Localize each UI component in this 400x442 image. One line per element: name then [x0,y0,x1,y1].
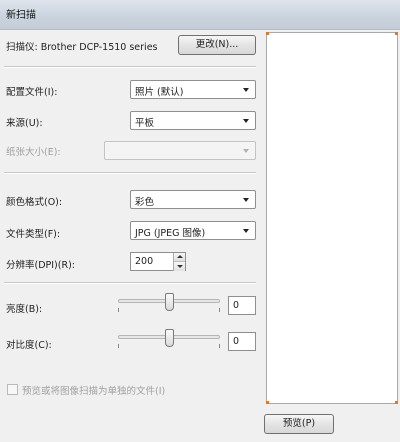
scanner-label: 扫描仪: Brother DCP-1510 series [6,42,158,53]
slider-tick [219,308,220,312]
contrast-slider[interactable] [118,328,220,352]
profile-value: 照片 (默认) [135,87,184,98]
separate-files-checkbox[interactable] [7,384,18,395]
preview-area [266,32,398,404]
source-label: 来源(U): [6,118,43,129]
preview-button[interactable]: 预览(P) [264,414,334,434]
contrast-value-field[interactable]: 0 [228,332,256,351]
separator [4,172,256,174]
color-format-value: 彩色 [135,197,155,208]
brightness-slider[interactable] [118,292,220,316]
slider-thumb[interactable] [165,329,174,347]
scan-dialog: 扫描仪: Brother DCP-1510 series 更改(N)... 配置… [0,30,400,442]
separator [4,66,256,68]
slider-tick [118,344,119,348]
brightness-value-field[interactable]: 0 [228,296,256,315]
source-select[interactable]: 平板 [130,111,256,130]
separator [4,282,256,284]
chevron-down-icon [243,88,249,92]
contrast-value: 0 [233,336,240,347]
chevron-down-icon [243,229,249,233]
chevron-down-icon [243,119,249,123]
window-title: 新扫描 [6,10,36,21]
profile-label: 配置文件(I): [6,87,58,98]
crop-handle[interactable] [395,401,398,404]
slider-tick [219,344,220,348]
contrast-label: 对比度(C): [6,340,52,351]
resolution-label: 分辨率(DPI)(R): [6,260,75,271]
change-scanner-button[interactable]: 更改(N)... [178,35,256,55]
file-type-value: JPG (JPEG 图像) [135,228,206,239]
brightness-value: 0 [233,300,240,311]
file-type-select[interactable]: JPG (JPEG 图像) [130,221,256,240]
color-format-label: 颜色格式(O): [6,197,63,208]
paper-size-select [104,141,256,160]
separate-files-label: 预览或将图像扫描为单独的文件(I) [22,386,166,397]
source-value: 平板 [135,118,155,129]
crop-handle[interactable] [395,32,398,35]
color-format-select[interactable]: 彩色 [130,190,256,209]
brightness-label: 亮度(B): [6,304,43,315]
crop-handle[interactable] [266,32,269,35]
file-type-label: 文件类型(F): [6,229,61,240]
spin-up-icon[interactable] [173,253,185,262]
chevron-down-icon [243,149,249,153]
chevron-down-icon [243,198,249,202]
spin-down-icon[interactable] [173,262,185,271]
resolution-stepper[interactable]: 200 [130,252,186,271]
button-bar: 预览(P) [258,406,400,442]
paper-size-label: 纸张大小(E): [6,147,61,158]
slider-tick [118,308,119,312]
title-bar[interactable]: 新扫描 [0,0,400,30]
resolution-value: 200 [135,256,154,267]
crop-handle[interactable] [266,401,269,404]
slider-thumb[interactable] [165,293,174,311]
profile-select[interactable]: 照片 (默认) [130,80,256,99]
